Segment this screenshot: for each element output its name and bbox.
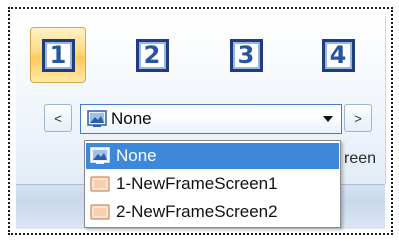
screen-3-button[interactable]: 3 <box>218 27 274 83</box>
screen-1-button[interactable]: 1 <box>30 27 86 83</box>
dropdown-item-frame-screen-1[interactable]: 1-NewFrameScreen1 <box>86 171 339 197</box>
dropdown-item-label: 1-NewFrameScreen1 <box>116 174 278 193</box>
screen-none-icon <box>90 147 110 164</box>
screen-1-label: 1 <box>41 38 75 72</box>
screen-dropdown-list: None 1-NewFrameScreen1 2-NewFrameScreen2 <box>84 140 341 228</box>
dropdown-item-none[interactable]: None <box>86 143 339 169</box>
combo-selected-value: None <box>111 109 152 128</box>
next-label: > <box>354 110 362 126</box>
frame-screen-icon <box>90 176 110 192</box>
group-label: reen <box>344 150 377 167</box>
previous-button[interactable]: < <box>44 104 72 132</box>
frame-screen-icon <box>90 204 110 220</box>
dropdown-item-frame-screen-2[interactable]: 2-NewFrameScreen2 <box>86 199 339 225</box>
previous-label: < <box>54 110 62 126</box>
screen-none-icon <box>87 110 107 127</box>
next-button[interactable]: > <box>344 104 372 132</box>
screen-4-label: 4 <box>321 38 355 72</box>
screen-2-label: 2 <box>135 38 169 72</box>
dropdown-item-label: 2-NewFrameScreen2 <box>116 202 278 221</box>
chevron-down-icon[interactable] <box>323 116 333 122</box>
screen-3-label: 3 <box>229 38 263 72</box>
dropdown-item-label: None <box>116 146 157 165</box>
screen-select-combo[interactable]: None <box>80 104 342 134</box>
screen-2-button[interactable]: 2 <box>124 27 180 83</box>
screen-4-button[interactable]: 4 <box>310 27 366 83</box>
